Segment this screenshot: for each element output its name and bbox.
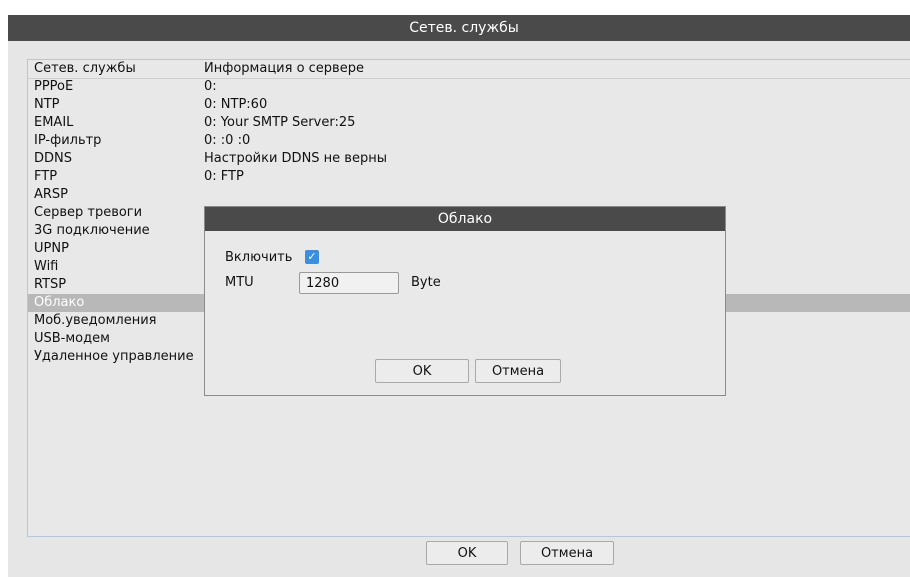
list-item-ip-filter[interactable]: IP-фильтр 0: :0 :0 [28, 132, 910, 150]
list-item-name: FTP [34, 169, 58, 184]
list-item-name: ARSP [34, 187, 69, 202]
list-item-name: NTP [34, 97, 60, 112]
list-item-name: Сервер тревоги [34, 205, 143, 220]
list-item-name: DDNS [34, 151, 72, 166]
list-item-info: 0: [204, 79, 217, 94]
list-item-ftp[interactable]: FTP 0: FTP [28, 168, 910, 186]
list-item-info: 0: Your SMTP Server:25 [204, 115, 356, 130]
list-item-name: Облако [34, 295, 85, 310]
list-item-name: USB-модем [34, 331, 110, 346]
list-item-name: RTSP [34, 277, 67, 292]
list-item-info: 0: FTP [204, 169, 244, 184]
list-item-name: Wifi [34, 259, 59, 274]
list-item-name: UPNP [34, 241, 69, 256]
cloud-dialog: Облако Включить ✓ MTU Byte OK Отмена [204, 206, 726, 396]
enable-checkbox[interactable]: ✓ [305, 250, 319, 264]
list-header: Сетев. службы Информация о сервере [28, 60, 910, 79]
enable-label: Включить [225, 250, 293, 265]
list-item-arsp[interactable]: ARSP [28, 186, 910, 204]
mtu-unit-label: Byte [411, 275, 441, 290]
list-item-name: EMAIL [34, 115, 74, 130]
list-item-name: Удаленное управление [34, 349, 194, 364]
list-item-pppoe[interactable]: PPPoE 0: [28, 78, 910, 96]
mtu-label: MTU [225, 275, 254, 290]
list-item-ntp[interactable]: NTP 0: NTP:60 [28, 96, 910, 114]
list-item-name: Моб.уведомления [34, 313, 157, 328]
dialog-ok-button[interactable]: OK [375, 359, 469, 383]
column-header-server-info: Информация о сервере [204, 61, 364, 76]
ok-button[interactable]: OK [426, 541, 508, 565]
dialog-title: Облако [205, 207, 725, 231]
list-item-name: IP-фильтр [34, 133, 102, 148]
column-header-services: Сетев. службы [34, 61, 136, 76]
window-title: Сетев. службы [8, 15, 910, 41]
list-item-name: 3G подключение [34, 223, 150, 238]
checkmark-icon: ✓ [307, 250, 317, 263]
list-item-info: 0: NTP:60 [204, 97, 268, 112]
mtu-input[interactable] [299, 272, 399, 294]
list-item-info: Настройки DDNS не верны [204, 151, 387, 166]
list-item-name: PPPoE [34, 79, 74, 94]
list-item-info: 0: :0 :0 [204, 133, 251, 148]
list-item-ddns[interactable]: DDNS Настройки DDNS не верны [28, 150, 910, 168]
cancel-button[interactable]: Отмена [520, 541, 614, 565]
dialog-cancel-button[interactable]: Отмена [475, 359, 561, 383]
list-item-email[interactable]: EMAIL 0: Your SMTP Server:25 [28, 114, 910, 132]
